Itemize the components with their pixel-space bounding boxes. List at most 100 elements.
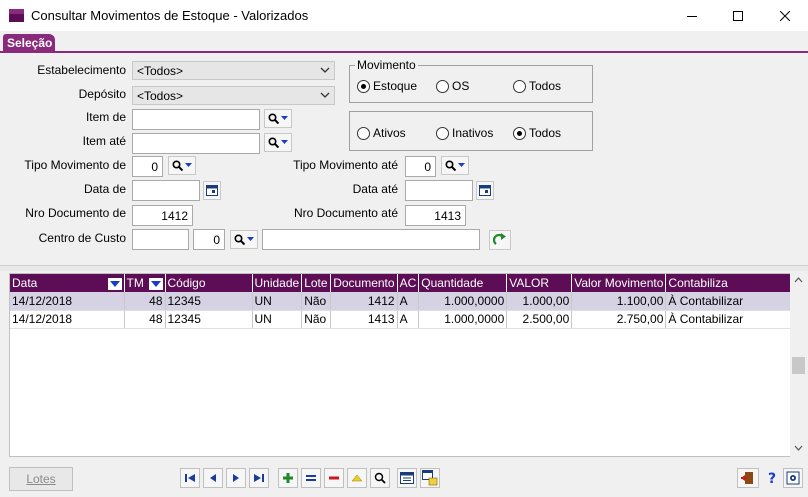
exit-button[interactable] — [737, 468, 759, 488]
item-de-input[interactable] — [132, 109, 260, 130]
scroll-up-icon[interactable] — [794, 277, 803, 283]
equals-icon — [306, 475, 316, 481]
col-header-data[interactable]: Data — [10, 274, 125, 292]
data-de-input[interactable] — [132, 180, 200, 201]
options-button[interactable] — [783, 468, 803, 488]
radio-circle — [513, 79, 526, 93]
nro-doc-de-label: Nro Documento de — [25, 206, 126, 220]
caret-down-icon — [281, 140, 288, 144]
triangle-up-icon — [351, 474, 363, 482]
item-de-label: Item de — [85, 110, 126, 124]
col-header-documento[interactable]: Documento — [330, 274, 398, 292]
radio-inativos[interactable]: Inativos — [436, 126, 493, 140]
cell-lote: Não — [301, 292, 332, 311]
col-header-unidade[interactable]: Unidade — [252, 274, 303, 292]
refresh-button[interactable] — [489, 230, 511, 250]
centro-custo-num-input[interactable] — [193, 229, 225, 250]
nro-doc-de-input[interactable] — [132, 205, 193, 226]
radio-movimento-todos[interactable]: Todos — [513, 79, 561, 93]
deposito-select[interactable]: <Todos> — [132, 86, 335, 105]
data-de-calendar-button[interactable] — [203, 181, 221, 200]
title-bar: Consultar Movimentos de Estoque - Valori… — [0, 0, 808, 32]
view-button[interactable] — [397, 468, 417, 488]
filter-arrow-icon[interactable] — [148, 278, 163, 290]
caret-down-icon — [458, 163, 465, 167]
exit-door-icon — [741, 472, 753, 484]
scrollbar-thumb[interactable] — [792, 357, 805, 374]
data-ate-calendar-button[interactable] — [476, 181, 494, 200]
minimize-button[interactable] — [669, 0, 715, 32]
col-header-contabiliza[interactable]: Contabiliza — [665, 274, 792, 292]
cell-ac: A — [397, 292, 420, 311]
radio-circle — [357, 79, 370, 93]
table-row[interactable]: 14/12/2018 48 12345 UN Não 1413 A 1.000,… — [10, 310, 792, 329]
cell-data: 14/12/2018 — [10, 292, 125, 311]
tipo-mov-ate-input[interactable] — [405, 156, 436, 177]
item-de-lookup-button[interactable] — [264, 109, 292, 128]
first-record-button[interactable] — [180, 468, 200, 488]
radio-label: Todos — [529, 126, 562, 140]
table-row[interactable]: 14/12/2018 48 12345 UN Não 1412 A 1.000,… — [10, 292, 792, 311]
filter-arrow-icon[interactable] — [107, 278, 122, 290]
col-header-valor[interactable]: VALOR — [506, 274, 573, 292]
col-header-label: TM — [126, 276, 144, 290]
radio-os[interactable]: OS — [436, 79, 469, 93]
export-icon — [422, 470, 438, 486]
col-header-lote[interactable]: Lote — [301, 274, 332, 292]
search-button[interactable] — [370, 468, 390, 488]
help-button[interactable]: ? — [762, 468, 782, 488]
insert-button[interactable] — [278, 468, 298, 488]
next-record-button[interactable] — [226, 468, 246, 488]
radio-ativos[interactable]: Ativos — [357, 126, 406, 140]
col-header-codigo[interactable]: Código — [165, 274, 253, 292]
nro-doc-ate-input[interactable] — [405, 205, 466, 226]
centro-custo-desc-input[interactable] — [262, 229, 480, 250]
edit-button[interactable] — [301, 468, 321, 488]
data-ate-input[interactable] — [405, 180, 473, 201]
tipo-mov-ate-label: Tipo Movimento até — [293, 158, 398, 172]
centro-custo-lookup-button[interactable] — [230, 230, 258, 249]
splitter[interactable] — [0, 265, 808, 271]
radio-circle — [436, 79, 449, 93]
cell-tm: 48 — [124, 310, 166, 329]
col-header-quantidade[interactable]: Quantidade — [418, 274, 508, 292]
results-grid: Data TM Código Unidade Lote Documento AC… — [9, 273, 798, 457]
scroll-down-icon[interactable] — [794, 445, 803, 451]
tipo-mov-de-lookup-button[interactable] — [168, 156, 196, 175]
calendar-icon — [206, 185, 218, 196]
caret-down-icon — [247, 237, 254, 241]
window-title: Consultar Movimentos de Estoque - Valori… — [31, 8, 309, 23]
deposito-label: Depósito — [78, 87, 126, 101]
tab-selecao[interactable]: Seleção — [3, 34, 55, 52]
radio-status-todos[interactable]: Todos — [513, 126, 561, 140]
lotes-button[interactable]: Lotes — [9, 467, 73, 491]
export-button[interactable] — [420, 468, 440, 488]
tipo-mov-de-input[interactable] — [132, 156, 163, 177]
cell-valor-movimento: 1.100,00 — [571, 292, 667, 311]
cell-tm: 48 — [124, 292, 166, 311]
centro-custo-label: Centro de Custo — [38, 231, 126, 245]
caret-down-icon — [281, 116, 288, 120]
maximize-button[interactable] — [715, 0, 761, 32]
post-button[interactable] — [347, 468, 367, 488]
item-ate-input[interactable] — [132, 133, 260, 154]
estabelecimento-select[interactable]: <Todos> — [132, 61, 335, 80]
search-icon — [374, 472, 386, 484]
last-record-button[interactable] — [249, 468, 269, 488]
app-icon — [9, 9, 24, 22]
centro-custo-code-input[interactable] — [132, 229, 189, 250]
radio-label: Inativos — [452, 126, 494, 140]
refresh-icon — [493, 233, 506, 245]
prior-record-button[interactable] — [203, 468, 223, 488]
tipo-mov-ate-lookup-button[interactable] — [441, 156, 469, 175]
col-header-valor-movimento[interactable]: Valor Movimento — [571, 274, 667, 292]
radio-estoque[interactable]: Estoque — [357, 79, 417, 93]
cell-valor: 2.500,00 — [506, 310, 573, 329]
close-button[interactable] — [762, 0, 808, 32]
col-header-tm[interactable]: TM — [124, 274, 166, 292]
radio-label: Estoque — [373, 79, 418, 93]
delete-button[interactable] — [324, 468, 344, 488]
col-header-ac[interactable]: AC — [397, 274, 420, 292]
item-ate-lookup-button[interactable] — [264, 133, 292, 152]
caret-down-icon — [185, 163, 192, 167]
